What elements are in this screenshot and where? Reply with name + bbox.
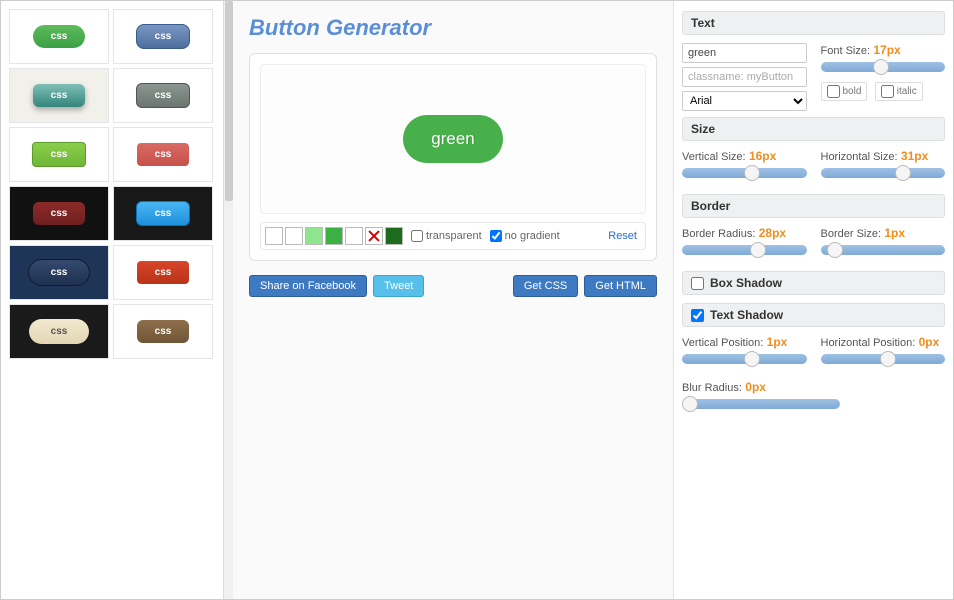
editor-area: Button Generator green transparent bbox=[233, 1, 673, 599]
preset-tile[interactable]: css bbox=[9, 127, 109, 182]
section-size-heading: Size bbox=[682, 117, 945, 141]
no-gradient-checkbox[interactable]: no gradient bbox=[490, 230, 560, 242]
preset-tile[interactable]: css bbox=[9, 245, 109, 300]
reset-link[interactable]: Reset bbox=[604, 230, 641, 242]
border-size-slider[interactable] bbox=[821, 245, 946, 255]
bold-checkbox[interactable]: bold bbox=[821, 82, 868, 101]
font-select[interactable]: Arial bbox=[682, 91, 807, 111]
preset-tile[interactable]: css bbox=[113, 127, 213, 182]
section-box-shadow-heading[interactable]: Box Shadow bbox=[682, 271, 945, 295]
font-size-slider[interactable] bbox=[821, 62, 946, 72]
box-shadow-checkbox[interactable] bbox=[691, 277, 704, 290]
border-radius-slider[interactable] bbox=[682, 245, 807, 255]
no-gradient-input[interactable] bbox=[490, 230, 502, 242]
tweet-button[interactable]: Tweet bbox=[373, 275, 424, 297]
preset-tile[interactable]: css bbox=[113, 245, 213, 300]
ts-vpos-slider[interactable] bbox=[682, 354, 807, 364]
preset-tile[interactable]: css bbox=[9, 9, 109, 64]
swatch[interactable] bbox=[265, 227, 283, 245]
section-border-heading: Border bbox=[682, 194, 945, 218]
swatch[interactable] bbox=[305, 227, 323, 245]
preset-gallery: css css css css css css css css css css … bbox=[1, 1, 223, 599]
swatch[interactable] bbox=[385, 227, 403, 245]
italic-checkbox[interactable]: italic bbox=[875, 82, 923, 101]
properties-panel: Text Arial Font Size: 17px bold italic S… bbox=[673, 1, 953, 599]
swatch[interactable] bbox=[345, 227, 363, 245]
section-text-shadow-heading[interactable]: Text Shadow bbox=[682, 303, 945, 327]
section-text-heading: Text bbox=[682, 11, 945, 35]
vertical-size-slider[interactable] bbox=[682, 168, 807, 178]
get-html-button[interactable]: Get HTML bbox=[584, 275, 657, 297]
ts-blur-slider[interactable] bbox=[682, 399, 840, 409]
preset-tile[interactable]: css bbox=[113, 186, 213, 241]
page-title: Button Generator bbox=[249, 15, 657, 41]
preset-tile[interactable]: css bbox=[113, 9, 213, 64]
preset-tile[interactable]: css bbox=[9, 186, 109, 241]
get-css-button[interactable]: Get CSS bbox=[513, 275, 578, 297]
preset-tile[interactable]: css bbox=[9, 68, 109, 123]
swatch[interactable] bbox=[325, 227, 343, 245]
preview-button[interactable]: green bbox=[403, 115, 502, 163]
button-text-input[interactable] bbox=[682, 43, 807, 63]
gallery-scrollbar[interactable] bbox=[223, 1, 233, 599]
preview-canvas: green bbox=[260, 64, 646, 214]
preset-tile[interactable]: css bbox=[113, 68, 213, 123]
horizontal-size-slider[interactable] bbox=[821, 168, 946, 178]
ts-hpos-slider[interactable] bbox=[821, 354, 946, 364]
color-swatch-row: transparent no gradient Reset bbox=[260, 222, 646, 250]
transparent-input[interactable] bbox=[411, 230, 423, 242]
text-shadow-checkbox[interactable] bbox=[691, 309, 704, 322]
swatch[interactable] bbox=[285, 227, 303, 245]
transparent-checkbox[interactable]: transparent bbox=[411, 230, 482, 242]
classname-input[interactable] bbox=[682, 67, 807, 87]
preset-tile[interactable]: css bbox=[9, 304, 109, 359]
swatch-none[interactable] bbox=[365, 227, 383, 245]
preview-panel: green transparent no gradient Reset bbox=[249, 53, 657, 261]
preset-tile[interactable]: css bbox=[113, 304, 213, 359]
share-facebook-button[interactable]: Share on Facebook bbox=[249, 275, 367, 297]
